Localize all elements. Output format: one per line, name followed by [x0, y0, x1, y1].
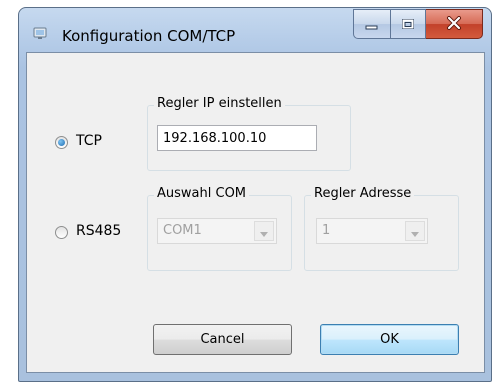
tcp-radio-label[interactable]: TCP — [76, 133, 102, 149]
maximize-icon — [401, 15, 415, 34]
address-value: 1 — [322, 223, 331, 238]
maximize-button[interactable] — [390, 9, 426, 39]
close-button[interactable] — [426, 9, 483, 39]
ip-group-legend: Regler IP einstellen — [154, 96, 285, 111]
title-bar[interactable]: Konfiguration COM/TCP — [19, 8, 491, 52]
caption-buttons — [353, 9, 483, 39]
minimize-button[interactable] — [353, 9, 390, 39]
tcp-radio[interactable] — [55, 136, 68, 149]
ip-groupbox: Regler IP einstellen — [147, 96, 351, 171]
app-icon — [32, 25, 48, 41]
address-group-legend: Regler Adresse — [311, 186, 415, 201]
ip-address-input[interactable] — [157, 125, 317, 151]
chevron-down-icon — [260, 222, 268, 241]
com-groupbox: Auswahl COM COM1 — [147, 186, 292, 271]
rs485-radio[interactable] — [55, 226, 68, 239]
com-port-select[interactable]: COM1 — [157, 218, 277, 244]
address-groupbox: Regler Adresse 1 — [304, 186, 459, 271]
dialog-client-area: TCP Regler IP einstellen RS485 Auswahl C… — [26, 52, 485, 373]
ok-button[interactable]: OK — [320, 324, 459, 355]
address-dropdown-button[interactable] — [405, 221, 425, 241]
com-dropdown-button[interactable] — [254, 221, 274, 241]
rs485-radio-label[interactable]: RS485 — [76, 223, 121, 239]
dialog-window: Konfiguration COM/TCP TCP Regler IP eins… — [18, 7, 492, 382]
minimize-icon — [365, 15, 379, 34]
window-title: Konfiguration COM/TCP — [62, 27, 236, 45]
chevron-down-icon — [411, 222, 419, 241]
com-port-value: COM1 — [163, 223, 202, 238]
com-group-legend: Auswahl COM — [154, 186, 250, 201]
address-select[interactable]: 1 — [316, 218, 428, 244]
close-icon — [446, 15, 462, 34]
cancel-button[interactable]: Cancel — [153, 324, 292, 355]
